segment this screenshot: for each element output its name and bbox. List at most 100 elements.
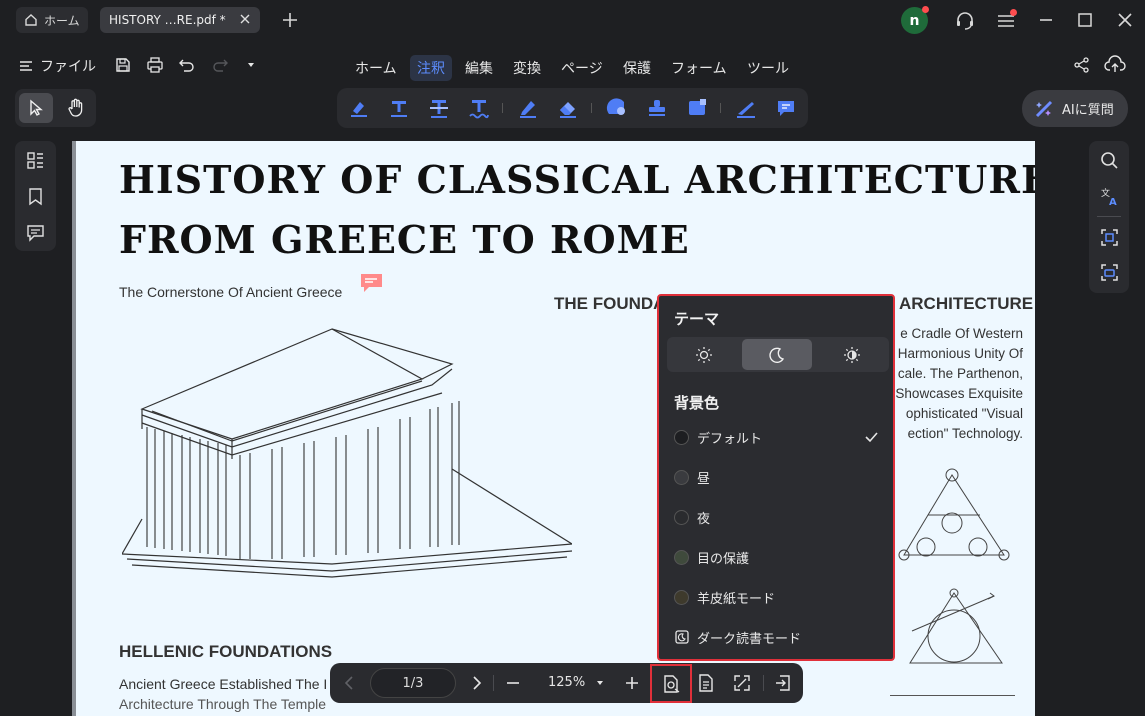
thumbnails-icon[interactable] — [25, 150, 46, 171]
hand-tool-button[interactable] — [59, 93, 93, 123]
screen-capture-icon[interactable] — [1099, 262, 1120, 283]
zoom-dropdown-icon[interactable] — [596, 679, 604, 687]
bg-option-label: 昼 — [697, 471, 711, 487]
separator — [502, 103, 503, 113]
pencil-icon[interactable] — [517, 97, 539, 119]
zoom-out-icon[interactable] — [503, 673, 523, 693]
separator — [720, 103, 721, 113]
highlight-icon[interactable] — [348, 97, 370, 119]
close-tab-icon[interactable] — [238, 12, 252, 26]
comment-icon[interactable] — [775, 97, 797, 119]
menu-convert[interactable]: 変換 — [506, 55, 548, 81]
title-bar: ホーム HISTORY …RE.pdf * n — [0, 0, 1145, 42]
color-swatch — [674, 549, 689, 565]
body-line-2: Harmonious Unity Of — [897, 346, 1023, 361]
signature-icon[interactable] — [735, 97, 757, 119]
search-icon[interactable] — [1099, 150, 1120, 171]
zoom-level[interactable]: 125% — [548, 675, 585, 690]
next-page-icon[interactable] — [466, 673, 486, 693]
home-icon — [24, 13, 38, 27]
hand-icon — [67, 98, 85, 118]
reading-mode-button[interactable] — [650, 664, 692, 703]
bg-option-night[interactable]: 夜 — [674, 505, 879, 529]
color-swatch — [674, 589, 689, 605]
checkmark-icon — [863, 429, 879, 445]
text-box-icon[interactable] — [686, 97, 708, 119]
bg-option-parchment[interactable]: 羊皮紙モード — [674, 585, 879, 609]
menu-protect[interactable]: 保護 — [616, 55, 658, 81]
cloud-upload-icon[interactable] — [1104, 55, 1126, 75]
menu-annotate[interactable]: 注釈 — [410, 55, 452, 81]
bg-option-eye-protection[interactable]: 目の保護 — [674, 545, 879, 569]
avatar[interactable]: n — [901, 6, 929, 34]
menu-tools[interactable]: ツール — [740, 55, 796, 81]
menu-form[interactable]: フォーム — [664, 55, 734, 81]
ai-ask-button[interactable]: AIに質問 — [1022, 90, 1128, 127]
body-line-1: e Cradle Of Western — [900, 326, 1023, 341]
exit-fullscreen-icon[interactable] — [773, 673, 793, 693]
geometric-diagram-bottom — [902, 581, 1017, 671]
body-line-4: Showcases Exquisite — [895, 386, 1023, 401]
zoom-in-icon[interactable] — [622, 673, 642, 693]
home-tab[interactable]: ホーム — [16, 7, 88, 33]
menu-page[interactable]: ページ — [554, 55, 610, 81]
hamburger-menu-icon[interactable] — [995, 9, 1017, 32]
squiggly-underline-icon[interactable] — [468, 97, 490, 119]
fit-page-icon[interactable] — [732, 673, 752, 693]
bg-option-day[interactable]: 昼 — [674, 465, 879, 489]
headset-icon[interactable] — [954, 10, 976, 32]
undo-icon[interactable] — [178, 56, 196, 74]
strikethrough-icon[interactable] — [428, 97, 450, 119]
theme-light-option[interactable] — [669, 339, 739, 370]
menu-bar: ファイル ホーム 注釈 編集 変換 ページ 保護 フォーム ツール — [0, 42, 1145, 90]
previous-page-icon — [340, 673, 360, 693]
sun-icon — [695, 346, 713, 364]
theme-dark-option[interactable] — [742, 339, 812, 370]
document-tab[interactable]: HISTORY …RE.pdf * — [100, 7, 260, 33]
reading-theme-popup: テーマ 背景色 デフォルト 昼 夜 目の保護 羊皮紙モード ダーク読書モード — [657, 294, 895, 661]
underline-text-icon[interactable] — [388, 97, 410, 119]
eraser-icon[interactable] — [557, 97, 579, 119]
bg-option-label: 目の保護 — [697, 551, 750, 567]
minimize-icon[interactable] — [1036, 10, 1056, 30]
auto-theme-icon — [843, 346, 861, 364]
save-icon[interactable] — [114, 56, 132, 74]
geometric-diagram-top — [892, 463, 1017, 568]
select-tool-button[interactable] — [19, 93, 53, 123]
quick-access-dropdown-icon[interactable] — [245, 59, 257, 71]
stamp-icon[interactable] — [646, 97, 668, 119]
file-menu[interactable]: ファイル — [18, 56, 96, 76]
hellenic-text-2: Architecture Through The Temple — [119, 696, 327, 712]
new-tab-icon[interactable] — [280, 10, 300, 30]
left-sidebar — [15, 141, 56, 251]
notification-dot — [922, 6, 929, 13]
dark-reading-icon — [674, 629, 690, 645]
translate-icon[interactable]: 文A — [1099, 186, 1120, 207]
menu-home[interactable]: ホーム — [348, 55, 404, 81]
page-number-input[interactable]: 1/3 — [370, 668, 456, 698]
bg-option-default[interactable]: デフォルト — [674, 425, 879, 449]
ocr-scan-icon[interactable] — [1099, 227, 1120, 248]
moon-icon — [768, 346, 786, 364]
maximize-icon[interactable] — [1075, 10, 1095, 30]
share-icon[interactable] — [1073, 56, 1091, 74]
print-icon[interactable] — [146, 56, 164, 74]
section-heading-start: THE FOUNDA — [554, 294, 666, 313]
avatar-initial: n — [909, 12, 920, 29]
right-sidebar: 文A — [1089, 141, 1129, 293]
theme-auto-option[interactable] — [817, 339, 887, 370]
hellenic-text: Ancient Greece Established The I — [119, 676, 328, 692]
dark-reading-mode-option[interactable]: ダーク読書モード — [674, 625, 879, 649]
comments-panel-icon[interactable] — [25, 222, 46, 243]
bg-option-label: デフォルト — [697, 431, 763, 447]
bg-option-label: 羊皮紙モード — [697, 591, 776, 607]
shape-icon[interactable] — [606, 97, 628, 119]
menu-edit[interactable]: 編集 — [458, 55, 500, 81]
separator — [591, 103, 592, 113]
ai-ask-label: AIに質問 — [1062, 103, 1114, 118]
comment-note-icon[interactable] — [359, 272, 384, 294]
bookmark-icon[interactable] — [25, 186, 46, 207]
close-window-icon[interactable] — [1115, 10, 1135, 30]
page-layout-icon[interactable] — [696, 673, 716, 693]
section-heading-end: ARCHITECTURE — [899, 294, 1034, 313]
